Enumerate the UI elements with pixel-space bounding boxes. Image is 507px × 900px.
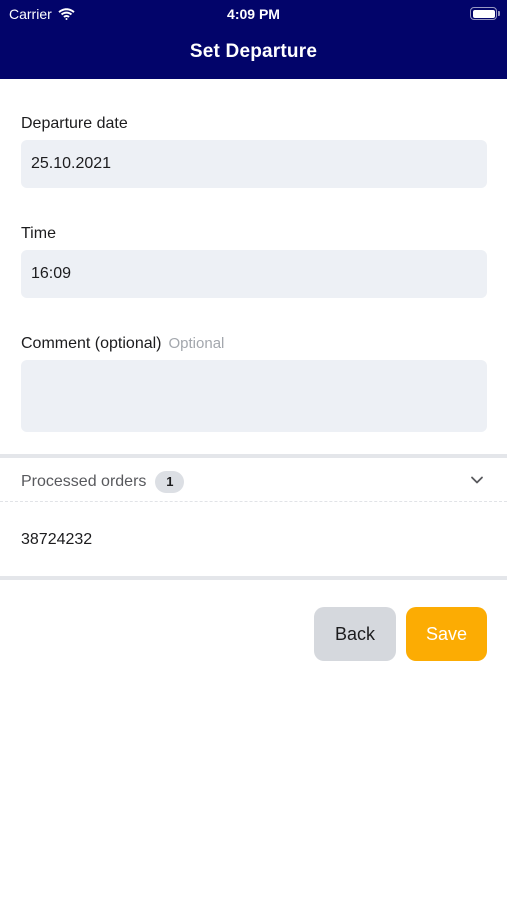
time-field[interactable]: 16:09 (21, 250, 487, 298)
back-button[interactable]: Back (314, 607, 396, 661)
status-bar: Carrier 4:09 PM (0, 0, 507, 28)
page-title: Set Departure (189, 41, 318, 62)
processed-orders-title: Processed orders 1 (21, 471, 185, 493)
processed-orders-label: Processed orders (21, 473, 147, 490)
comment-field[interactable] (21, 360, 487, 432)
departure-date-label: Departure date (21, 115, 128, 132)
departure-date-field[interactable]: 25.10.2021 (21, 140, 487, 188)
time-label: Time (21, 225, 56, 242)
order-list-item: 38724232 (21, 531, 93, 548)
chevron-down-icon[interactable] (470, 473, 484, 487)
comment-optional-hint: Optional (168, 335, 225, 352)
comment-label: Comment (optional) (21, 335, 162, 352)
section-divider-bottom (0, 576, 507, 580)
processed-orders-header[interactable]: Processed orders 1 (0, 458, 507, 502)
battery-icon (470, 7, 500, 20)
time-value: 16:09 (31, 265, 72, 282)
processed-orders-count-badge: 1 (155, 471, 185, 493)
save-button[interactable]: Save (406, 607, 487, 661)
battery-level (472, 9, 495, 18)
departure-date-value: 25.10.2021 (31, 155, 112, 172)
comment-label-row: Comment (optional) Optional (21, 335, 224, 353)
status-time: 4:09 PM (227, 6, 280, 22)
app-header: Carrier 4:09 PM Set Departure (0, 0, 507, 79)
